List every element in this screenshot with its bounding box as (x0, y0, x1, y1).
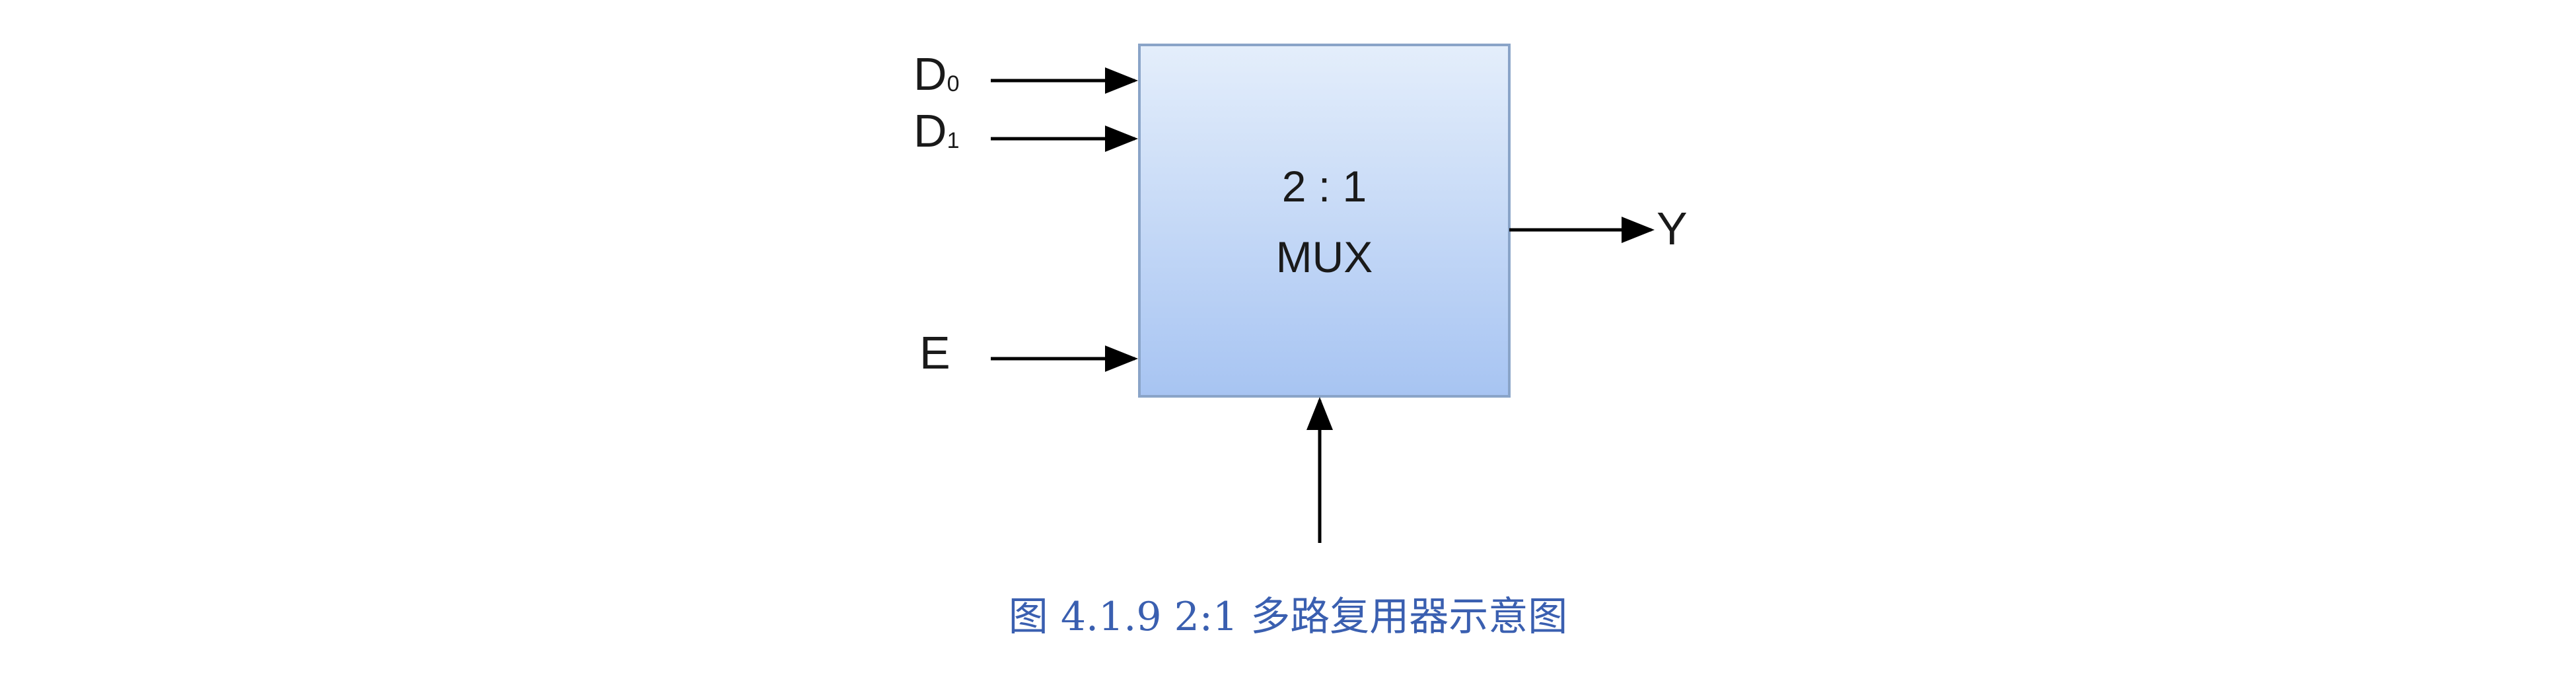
mux-ratio-label: 2 : 1 (1282, 162, 1367, 211)
mux-block (1138, 44, 1511, 398)
figure: 2 : 1 MUX D0 D1 E Y 图 4.1.9 2:1 多路复用器示意图 (0, 0, 2576, 679)
mux-name-label: MUX (1276, 232, 1373, 281)
input-d1-label: D1 (913, 105, 959, 157)
input-enable-label: E (919, 327, 950, 378)
input-d0-label: D0 (913, 48, 959, 100)
mux-diagram: 2 : 1 MUX D0 D1 E Y (913, 44, 1688, 543)
output-y-label: Y (1657, 203, 1688, 254)
figure-caption: 图 4.1.9 2:1 多路复用器示意图 (1008, 594, 1568, 640)
